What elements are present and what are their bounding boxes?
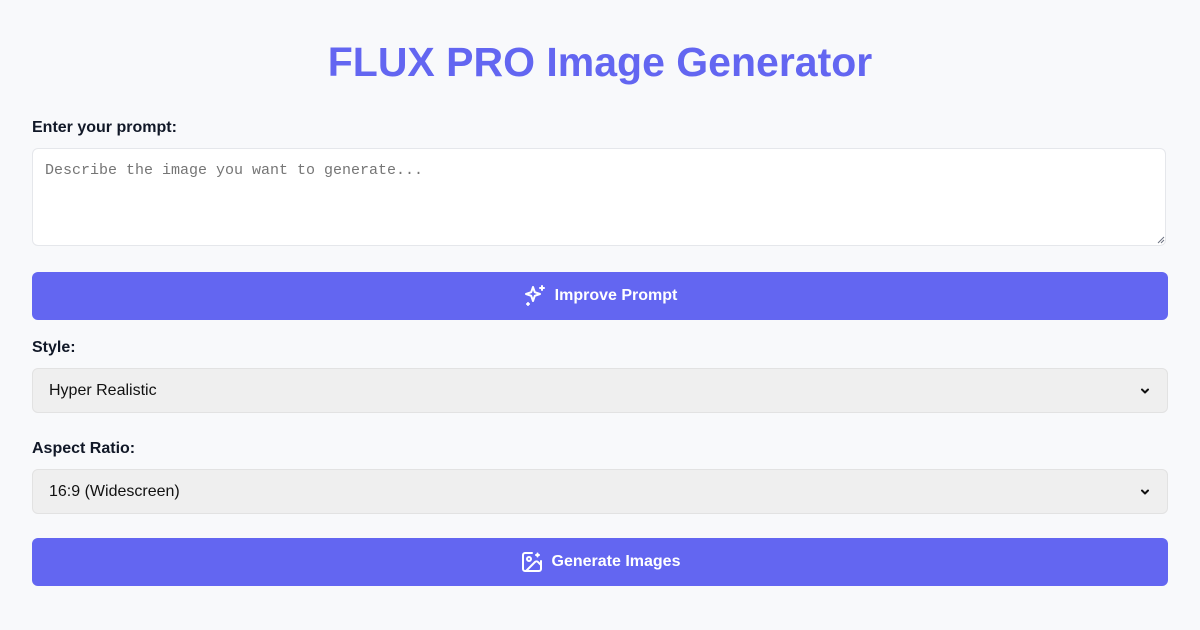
style-select-value: Hyper Realistic: [49, 381, 157, 399]
image-plus-icon: [520, 550, 544, 574]
chevron-down-icon: [1139, 486, 1151, 498]
resize-grip-icon[interactable]: [1157, 236, 1165, 244]
page-title: FLUX PRO Image Generator: [327, 39, 873, 85]
aspect-ratio-select-value: 16:9 (Widescreen): [49, 482, 180, 500]
generate-images-button[interactable]: Generate Images: [32, 538, 1168, 586]
style-select[interactable]: Hyper Realistic: [32, 368, 1168, 413]
prompt-label: Enter your prompt:: [32, 119, 177, 136]
aspect-ratio-select[interactable]: 16:9 (Widescreen): [32, 469, 1168, 514]
improve-prompt-label: Improve Prompt: [554, 287, 678, 304]
sparkles-icon: [523, 284, 547, 308]
image-generator-page: FLUX PRO Image Generator Enter your prom…: [0, 0, 1200, 630]
aspect-ratio-label: Aspect Ratio:: [32, 440, 136, 457]
improve-prompt-button[interactable]: Improve Prompt: [32, 272, 1168, 320]
generate-images-label: Generate Images: [551, 553, 681, 570]
style-label: Style:: [32, 339, 76, 356]
chevron-down-icon: [1139, 385, 1151, 397]
prompt-input[interactable]: [32, 148, 1166, 246]
